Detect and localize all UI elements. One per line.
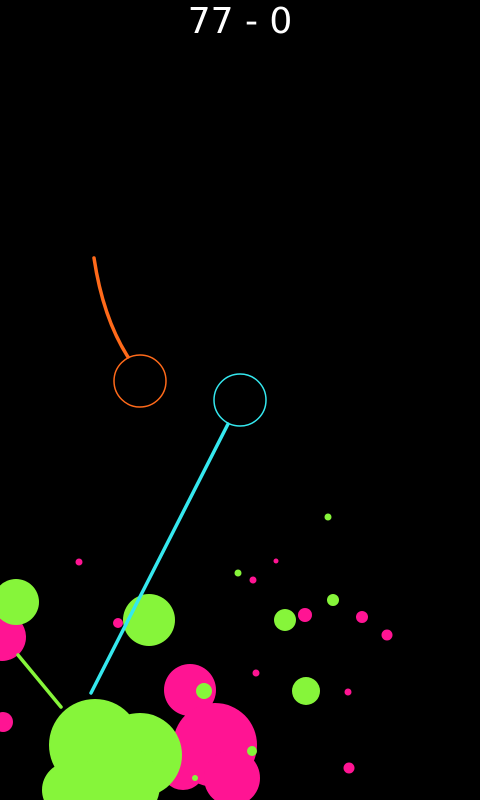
paint-blob-lime xyxy=(247,746,257,756)
paint-dot-magenta xyxy=(113,618,123,628)
paint-dot-lime xyxy=(324,513,332,521)
paint-blob-lime xyxy=(123,594,175,646)
paint-blob-lime xyxy=(292,677,320,705)
paint-dot-magenta xyxy=(252,669,260,677)
paint-dot-lime xyxy=(192,775,198,781)
game-background xyxy=(0,0,480,800)
paint-dot-magenta xyxy=(343,762,355,774)
score-display: 77 - 0 xyxy=(187,1,293,42)
paint-blob-lime xyxy=(196,683,212,699)
paint-dot-magenta xyxy=(344,688,352,696)
paint-dot-magenta xyxy=(356,611,368,623)
game-canvas[interactable] xyxy=(0,0,480,800)
paint-blob-lime xyxy=(274,609,296,631)
paint-dot-magenta xyxy=(298,608,312,622)
paint-dot-lime xyxy=(234,569,242,577)
paint-dot-lime xyxy=(327,594,339,606)
paint-dot-magenta xyxy=(273,558,279,564)
paint-dot-magenta xyxy=(381,629,393,641)
paint-dot-magenta xyxy=(75,558,83,566)
paint-dot-magenta xyxy=(249,576,257,584)
